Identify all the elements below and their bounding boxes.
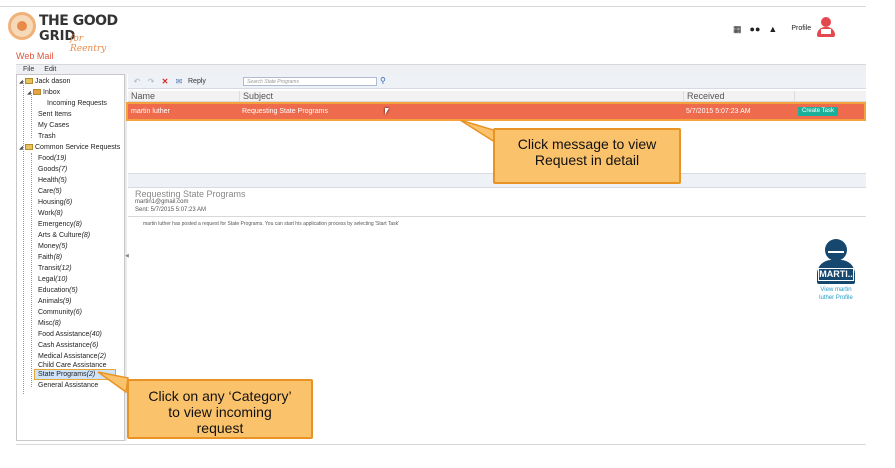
tree-category[interactable]: Community(6) <box>38 308 82 317</box>
column-received[interactable]: Received <box>684 91 725 102</box>
footer-divider <box>16 444 866 445</box>
tree-guide <box>31 93 32 138</box>
preview-subject: Requesting State Programs <box>135 189 246 199</box>
tree-category[interactable]: Misc(8) <box>38 319 61 328</box>
logo-line1: THE GOOD <box>39 13 118 29</box>
preview-body: martin luther has posted a request for S… <box>143 221 400 227</box>
logo[interactable]: THE GOOD GRID for Reentry <box>8 10 118 54</box>
tree-category[interactable]: Work(8) <box>38 209 63 218</box>
menu-file[interactable]: File <box>23 66 34 73</box>
row-name: martin luther <box>131 108 170 115</box>
apps-grid-icon[interactable]: ▦ <box>733 24 742 34</box>
mail-toolbar: ↶ ↷ ✕ ✉ Reply <box>128 74 866 89</box>
row-subject: Requesting State Programs <box>242 108 328 115</box>
reply-button[interactable]: Reply <box>188 78 206 85</box>
search-icon[interactable]: ⚲ <box>380 76 386 85</box>
tree-category[interactable]: Legal(10) <box>38 275 68 284</box>
reply-icon[interactable]: ✉ <box>174 77 184 86</box>
create-task-button[interactable]: Create Task <box>798 107 838 116</box>
callout-message: Click message to view Request in detail <box>493 128 681 184</box>
tree-category[interactable]: Food(19) <box>38 154 66 163</box>
tree-category[interactable]: Arts & Culture(8) <box>38 231 90 240</box>
row-received: 5/7/2015 5:07:23 AM <box>686 108 751 115</box>
back-arrow-icon[interactable]: ↶ <box>132 77 142 86</box>
bell-icon[interactable]: ▲ <box>768 24 777 34</box>
preview-email[interactable]: martin1@gmail.com <box>135 199 188 205</box>
tree-category[interactable]: Animals(9) <box>38 297 71 306</box>
tree-category[interactable]: Emergency(8) <box>38 220 82 229</box>
tree-category[interactable]: Transit(12) <box>38 264 72 273</box>
tree-category[interactable]: Goods(7) <box>38 165 67 174</box>
inbox-folder-icon <box>33 89 41 95</box>
tree-category[interactable]: Care(5) <box>38 187 62 196</box>
tree-guide <box>31 153 32 387</box>
tree-category[interactable]: Cash Assistance(6) <box>38 341 98 350</box>
tree-category[interactable]: Housing(6) <box>38 198 72 207</box>
callout-category: Click on any ‘Category’ to view incoming… <box>127 379 313 439</box>
tree-category-selected[interactable]: State Programs(2) <box>38 370 95 379</box>
tree-category[interactable]: General Assistance <box>38 381 98 390</box>
profile-avatar[interactable] <box>816 17 836 37</box>
grid-header: Name Subject Received <box>128 91 866 102</box>
folder-icon <box>25 144 33 150</box>
folder-icon <box>25 78 33 84</box>
tree-item-sent-items[interactable]: Sent Items <box>38 110 71 119</box>
tree-category[interactable]: Faith(8) <box>38 253 62 262</box>
delete-icon[interactable]: ✕ <box>160 77 170 86</box>
page-title: Web Mail <box>16 51 54 61</box>
tree-guide <box>23 81 24 394</box>
logo-mark-icon <box>8 12 36 40</box>
column-divider <box>794 91 795 102</box>
preview-divider <box>128 216 866 217</box>
tree-item-trash[interactable]: Trash <box>38 132 56 141</box>
preview-sent: Sent: 5/7/2015 5:07:23 AM <box>135 207 207 213</box>
user-name-badge: MARTI.. <box>818 268 854 281</box>
table-row[interactable]: martin luther Requesting State Programs … <box>126 102 866 121</box>
user-profile-card[interactable]: MARTI.. View martin luther Profile <box>816 239 856 301</box>
header-divider <box>0 6 866 7</box>
users-icon[interactable]: ●● <box>750 24 761 34</box>
tree-category[interactable]: Health(5) <box>38 176 67 185</box>
tree-category[interactable]: Medical Assistance(2) <box>38 352 106 361</box>
tree-category[interactable]: Education(5) <box>38 286 78 295</box>
column-subject[interactable]: Subject <box>240 91 273 102</box>
tree-item-root[interactable]: ◢ Jack dason <box>19 77 70 87</box>
header-icons: ▦ ●● ▲ Profile <box>733 22 811 36</box>
user-avatar-head <box>825 239 847 261</box>
menubar: File Edit <box>16 64 866 74</box>
mouse-cursor-icon <box>385 108 392 115</box>
profile-link[interactable]: Profile <box>791 24 811 34</box>
search-input[interactable]: Search State Programs <box>243 77 377 86</box>
logo-tagline: for Reentry <box>70 34 107 54</box>
tree-item-my-cases[interactable]: My Cases <box>38 121 69 130</box>
tree-item-common-service-requests[interactable]: ◢ Common Service Requests <box>19 143 120 153</box>
view-profile-link[interactable]: View martin luther Profile <box>812 286 860 302</box>
menu-edit[interactable]: Edit <box>44 66 56 73</box>
tree-item-incoming-requests[interactable]: Incoming Requests <box>47 99 107 108</box>
forward-arrow-icon[interactable]: ↷ <box>146 77 156 86</box>
column-name[interactable]: Name <box>128 91 155 102</box>
tree-item-inbox[interactable]: ◢ Inbox <box>27 88 60 98</box>
tree-category[interactable]: Money(5) <box>38 242 68 251</box>
tree-category[interactable]: Food Assistance(40) <box>38 330 102 339</box>
